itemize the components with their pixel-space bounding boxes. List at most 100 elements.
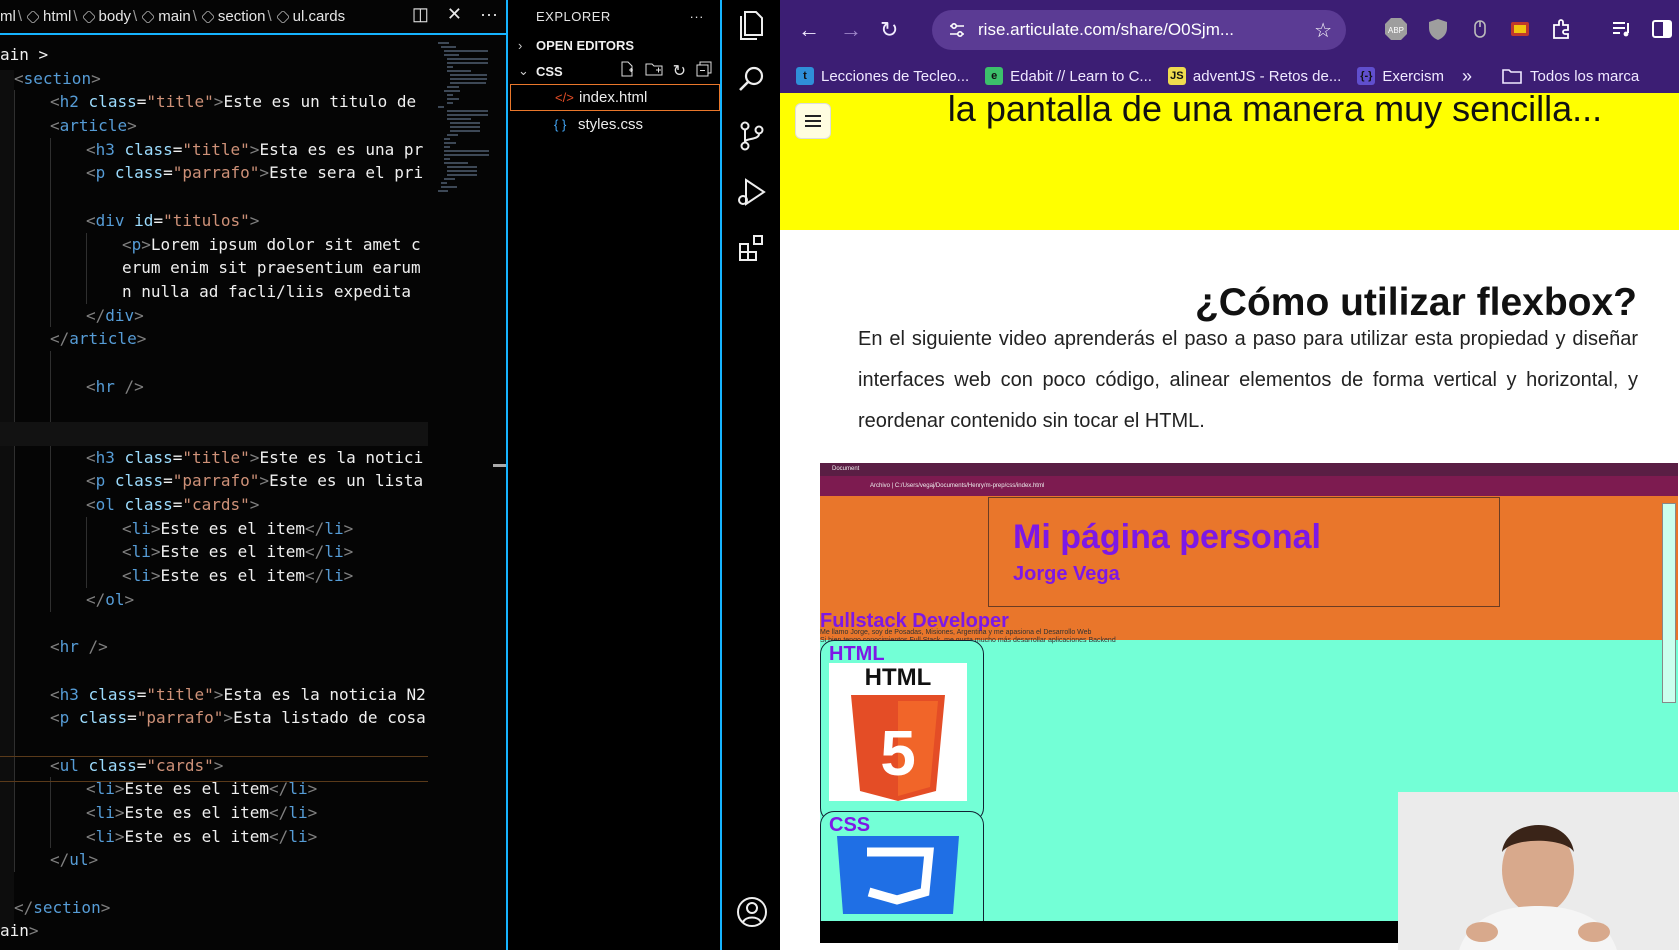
code-line[interactable]: <hr /> <box>0 635 428 659</box>
code-line[interactable] <box>0 872 428 896</box>
bookmark-item[interactable]: t Lecciones de Tecleo... <box>796 67 969 85</box>
source-control-icon[interactable] <box>734 118 770 154</box>
minimap[interactable] <box>438 40 494 192</box>
minimap-line <box>444 50 488 52</box>
side-panel-icon[interactable] <box>1650 17 1674 41</box>
code-line[interactable]: <li>Este es el item</li> <box>0 540 428 565</box>
breadcrumb-item[interactable]: html <box>43 8 71 25</box>
code-line[interactable] <box>0 611 428 636</box>
media-control-icon[interactable] <box>1610 17 1634 41</box>
bookmarks-overflow-button[interactable]: » <box>1462 66 1472 87</box>
code-lines[interactable]: ain > <section> <h2 class="title">Este es … <box>0 43 428 943</box>
breadcrumb-item[interactable]: ul.cards <box>293 8 346 25</box>
refresh-icon[interactable]: ↻ <box>673 61 686 82</box>
code-line[interactable]: <p>Lorem ipsum dolor sit amet c <box>0 232 428 257</box>
code-token: Esta listado de cosa <box>233 708 426 728</box>
more-actions-icon[interactable]: ··· <box>480 4 498 25</box>
code-line[interactable]: <p class="parrafo">Este es un lista <box>0 469 428 494</box>
bookmark-star-icon[interactable]: ☆ <box>1314 18 1332 43</box>
extensions-icon[interactable] <box>734 230 770 266</box>
code-line[interactable]: <h3 class="title">Esta es la noticia N2 <box>0 682 428 707</box>
code-line[interactable]: <ol class="cards"> <box>0 493 428 517</box>
back-icon[interactable]: ← <box>798 17 820 43</box>
indent-guide <box>14 327 15 351</box>
code-line[interactable]: </div> <box>0 303 428 328</box>
scrollbar-thumb[interactable] <box>493 464 507 467</box>
adblock-icon[interactable]: ABP <box>1384 17 1408 41</box>
code-line[interactable]: <article> <box>0 114 428 138</box>
folder-section[interactable]: ⌄ CSS ↻ <box>510 58 720 84</box>
breadcrumb-item[interactable]: body <box>99 8 132 25</box>
close-icon[interactable]: ✕ <box>447 4 462 25</box>
code-line[interactable]: </ol> <box>0 587 428 612</box>
breadcrumb-item[interactable]: main <box>158 8 191 25</box>
site-settings-icon[interactable] <box>948 21 966 39</box>
code-line[interactable]: <div id="titulos"> <box>0 208 428 233</box>
code-line[interactable]: <li>Este es el item</li> <box>0 564 428 588</box>
breadcrumb-item[interactable]: ml <box>0 8 16 25</box>
code-token: > <box>100 897 111 917</box>
code-line[interactable]: <h3 class="title">Este es la notici <box>0 445 428 470</box>
code-line[interactable]: <p class="parrafo">Este sera el pri <box>0 161 428 186</box>
file-item[interactable]: { } styles.css <box>510 111 720 138</box>
screen-capture-icon[interactable] <box>1508 17 1532 41</box>
split-editor-icon[interactable]: ◫ <box>412 4 429 25</box>
new-file-icon[interactable] <box>619 61 635 82</box>
code-line[interactable]: ain> <box>0 919 428 943</box>
minimap-line <box>450 74 487 76</box>
account-icon[interactable] <box>734 894 770 930</box>
search-icon[interactable] <box>734 62 770 98</box>
code-token: > <box>249 447 260 467</box>
code-line[interactable] <box>0 422 428 446</box>
code-line[interactable] <box>0 729 428 754</box>
code-line[interactable]: <section> <box>0 67 428 91</box>
bookmark-item[interactable]: JS adventJS - Retos de... <box>1167 67 1341 85</box>
code-line[interactable]: <li>Este es el item</li> <box>0 801 428 825</box>
file-item[interactable]: </> index.html <box>510 84 720 111</box>
collapse-all-icon[interactable] <box>696 61 712 82</box>
code-line[interactable]: <p class="parrafo">Esta listado de cosa <box>0 706 428 730</box>
indent-guide <box>14 161 15 186</box>
code-line[interactable]: </article> <box>0 327 428 351</box>
code-line[interactable]: erum enim sit praesentium earum <box>0 256 428 280</box>
code-line[interactable]: <h2 class="title">Este es un titulo de <box>0 90 428 115</box>
run-debug-icon[interactable] <box>734 174 770 210</box>
code-line[interactable]: n nulla ad facli/liis expedita <box>0 279 428 304</box>
code-token: li <box>324 566 344 586</box>
new-folder-icon[interactable] <box>645 61 663 82</box>
code-line[interactable]: <hr /> <box>0 374 428 399</box>
code-line[interactable] <box>0 398 428 422</box>
code-line[interactable] <box>0 658 428 683</box>
explorer-icon[interactable] <box>734 6 770 42</box>
address-bar[interactable]: rise.articulate.com/share/O0Sjm... ☆ <box>932 10 1346 50</box>
bookmark-item[interactable]: e Edabit // Learn to C... <box>985 67 1152 85</box>
code-line[interactable] <box>0 350 428 375</box>
code-line[interactable]: <h3 class="title">Esta es es una pr <box>0 137 428 162</box>
code-line[interactable]: <li>Este es el item</li> <box>0 516 428 541</box>
code-line[interactable] <box>0 185 428 209</box>
code-token: erum enim sit praesentium earum <box>122 258 421 278</box>
code-token: > <box>127 116 137 136</box>
indent-guide <box>14 137 15 162</box>
all-bookmarks-button[interactable]: Todos los marca <box>1502 68 1639 85</box>
indent-guide <box>50 232 51 257</box>
code-line[interactable]: <li>Este es el item</li> <box>0 824 428 849</box>
breadcrumb-item[interactable]: section <box>218 8 266 25</box>
code-editor[interactable]: ml \ html \ body \ main \ section \ ul.cards ◫ ✕ ·… <box>0 0 508 950</box>
extensions-puzzle-icon[interactable] <box>1550 17 1574 41</box>
bookmark-item[interactable]: {-} Exercism <box>1357 67 1444 85</box>
code-token: > <box>259 163 270 183</box>
mouse-icon[interactable] <box>1468 17 1492 41</box>
shield-icon[interactable] <box>1426 17 1450 41</box>
indent-guide <box>14 658 15 683</box>
open-editors-section[interactable]: › OPEN EDITORS <box>510 32 720 58</box>
annotation-toolbar[interactable] <box>1662 503 1676 703</box>
forward-icon[interactable]: → <box>840 17 862 43</box>
menu-button[interactable] <box>796 104 830 138</box>
code-line[interactable]: ain > <box>0 43 428 67</box>
code-line[interactable]: </ul> <box>0 848 428 873</box>
code-token: > <box>88 850 99 870</box>
reload-icon[interactable]: ↻ <box>880 17 898 43</box>
code-line[interactable]: </section> <box>0 896 428 920</box>
explorer-more-button[interactable]: ··· <box>690 9 705 24</box>
